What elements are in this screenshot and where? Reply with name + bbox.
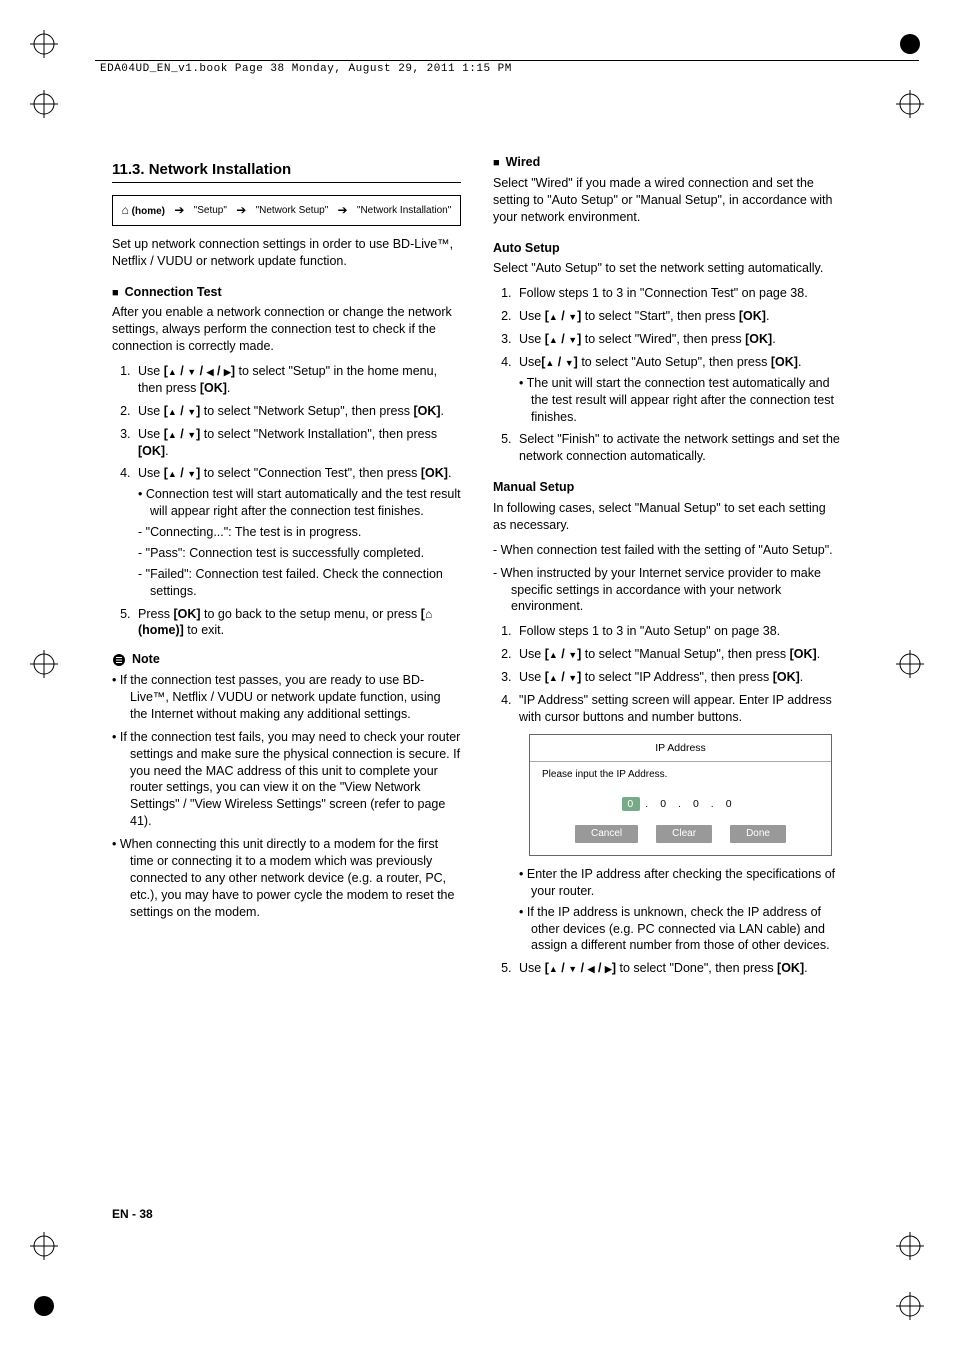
cancel-button[interactable]: Cancel (575, 825, 638, 843)
arrow-icon: ➔ (174, 202, 184, 218)
ip-address-dialog: IP Address Please input the IP Address. … (529, 734, 832, 856)
connection-test-intro: After you enable a network connection or… (112, 304, 461, 355)
step: "IP Address" setting screen will appear.… (515, 692, 842, 954)
crop-mark-ml (30, 650, 58, 678)
crop-mark-tl (30, 30, 58, 58)
step: Use [ / ] to select "Manual Setup", then… (515, 646, 842, 663)
breadcrumb-step: "Setup" (194, 204, 227, 218)
ip-input-line: 0 . 0 . 0 . 0 (530, 791, 831, 825)
sub-step: "Pass": Connection test is successfully … (138, 545, 461, 562)
section-title: 11.3. Network Installation (112, 160, 461, 183)
wired-intro: Select "Wired" if you made a wired conne… (493, 175, 842, 226)
case-item: When instructed by your Internet service… (493, 565, 842, 616)
ip-digit[interactable]: 0 (655, 797, 673, 811)
running-header: EDA04UD_EN_v1.book Page 38 Monday, Augus… (100, 62, 512, 77)
sub-step: Enter the IP address after checking the … (519, 866, 842, 900)
step: Use [ / / / ] to select "Setup" in the h… (134, 363, 461, 397)
note-icon (112, 653, 126, 667)
header-rule (95, 60, 919, 61)
intro-text: Set up network connection settings in or… (112, 236, 461, 270)
clear-button[interactable]: Clear (656, 825, 712, 843)
breadcrumb-home: ⌂ (home) (122, 202, 165, 219)
left-column: 11.3. Network Installation ⌂ (home) ➔ "S… (112, 140, 461, 983)
step: Follow steps 1 to 3 in "Auto Setup" on p… (515, 623, 842, 640)
manual-cases: When connection test failed with the set… (493, 542, 842, 616)
step: Follow steps 1 to 3 in "Connection Test"… (515, 285, 842, 302)
step: Use [ / ] to select "IP Address", then p… (515, 669, 842, 686)
crop-mark-br2 (896, 1232, 924, 1260)
manual-setup-heading: Manual Setup (493, 479, 842, 496)
crop-mark-tr (896, 30, 924, 58)
crop-mark-tr2 (896, 90, 924, 118)
crop-mark-br (896, 1292, 924, 1320)
ip-digit[interactable]: 0 (721, 797, 739, 811)
step: Use[ / ] to select "Auto Setup", then pr… (515, 354, 842, 426)
step: Select "Finish" to activate the network … (515, 431, 842, 465)
step: Use [ / ] to select "Network Installatio… (134, 426, 461, 460)
sub-step: The unit will start the connection test … (519, 375, 842, 426)
sub-step: "Connecting...": The test is in progress… (138, 524, 461, 541)
sub-step: "Failed": Connection test failed. Check … (138, 566, 461, 600)
connection-test-steps: Use [ / / / ] to select "Setup" in the h… (112, 363, 461, 639)
note-item: When connecting this unit directly to a … (112, 836, 461, 920)
sub-step: Connection test will start automatically… (138, 486, 461, 520)
wired-heading: ■Wired (493, 154, 842, 171)
manual-setup-intro: In following cases, select "Manual Setup… (493, 500, 842, 534)
ip-digit[interactable]: 0 (622, 797, 640, 811)
connection-test-heading: ■Connection Test (112, 284, 461, 301)
breadcrumb-step: "Network Setup" (256, 204, 329, 218)
right-column: ■Wired Select "Wired" if you made a wire… (493, 140, 842, 983)
step: Use [ / ] to select "Wired", then press … (515, 331, 842, 348)
step: Press [OK] to go back to the setup menu,… (134, 606, 461, 640)
manual-setup-steps: Follow steps 1 to 3 in "Auto Setup" on p… (493, 623, 842, 977)
auto-setup-intro: Select "Auto Setup" to set the network s… (493, 260, 842, 277)
case-item: When connection test failed with the set… (493, 542, 842, 559)
ip-dialog-prompt: Please input the IP Address. (530, 768, 831, 792)
auto-setup-steps: Follow steps 1 to 3 in "Connection Test"… (493, 285, 842, 465)
note-item: If the connection test passes, you are r… (112, 672, 461, 723)
done-button[interactable]: Done (730, 825, 786, 843)
arrow-icon: ➔ (236, 202, 246, 218)
step: Use [ / / / ] to select "Done", then pre… (515, 960, 842, 977)
breadcrumb: ⌂ (home) ➔ "Setup" ➔ "Network Setup" ➔ "… (112, 195, 461, 226)
step: Use [ / ] to select "Connection Test", t… (134, 465, 461, 599)
note-item: If the connection test fails, you may ne… (112, 729, 461, 830)
sub-step: If the IP address is unknown, check the … (519, 904, 842, 955)
step: Use [ / ] to select "Network Setup", the… (134, 403, 461, 420)
crop-mark-bl2 (30, 1232, 58, 1260)
page-footer: EN - 38 (112, 1206, 153, 1222)
crop-mark-tl2 (30, 90, 58, 118)
breadcrumb-step: "Network Installation" (357, 204, 451, 218)
note-heading: Note (112, 651, 461, 668)
step: Use [ / ] to select "Start", then press … (515, 308, 842, 325)
ip-digit[interactable]: 0 (688, 797, 706, 811)
ip-dialog-title: IP Address (530, 735, 831, 761)
crop-mark-mr (896, 650, 924, 678)
auto-setup-heading: Auto Setup (493, 240, 842, 257)
arrow-icon: ➔ (338, 202, 348, 218)
crop-mark-bl (30, 1292, 58, 1320)
notes-list: If the connection test passes, you are r… (112, 672, 461, 920)
